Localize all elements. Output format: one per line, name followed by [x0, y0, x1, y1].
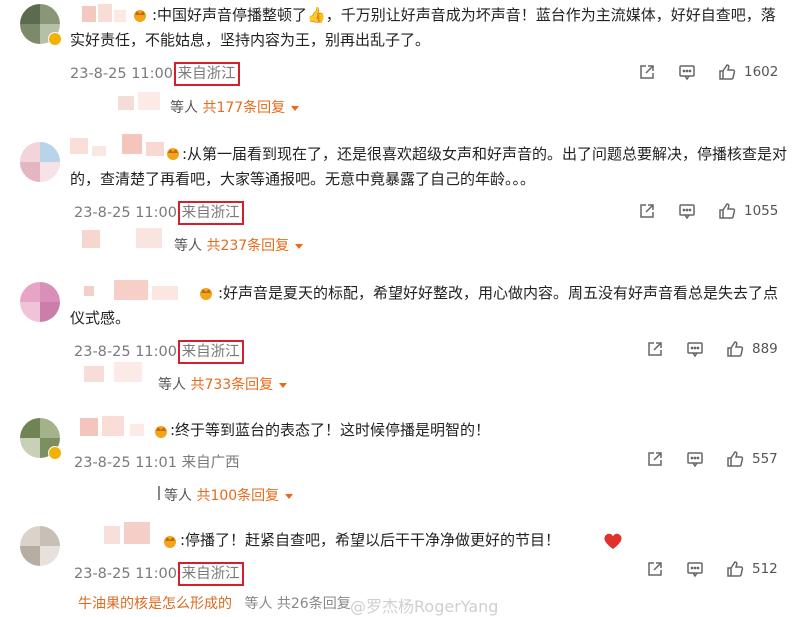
share-icon[interactable]	[646, 340, 664, 358]
like-icon[interactable]	[726, 340, 744, 358]
comment-item: :终于等到蓝台的表态了！这时候停播是明智的！ 23-8-25 11:01 来自广…	[0, 412, 800, 512]
comment-text: :终于等到蓝台的表态了！这时候停播是明智的！	[170, 421, 491, 439]
reply-summary[interactable]: 等人 共237条回复	[174, 235, 304, 255]
comment-meta: 23-8-25 11:01 来自广西	[74, 451, 240, 472]
comment-item: :中国好声音停播整顿了👍，千万别让好声音成为坏声音！蓝台作为主流媒体，好好自查吧…	[0, 0, 800, 120]
reply-count-link[interactable]: 共177条回复	[202, 100, 285, 116]
reply-who: 等人	[164, 488, 192, 504]
share-icon[interactable]	[646, 450, 664, 468]
comment-date: 23-8-25 11:00	[74, 566, 177, 582]
reply-who: 等人	[158, 377, 186, 393]
like-count: 557	[752, 451, 778, 467]
share-icon[interactable]	[638, 202, 656, 220]
verified-badge-icon	[48, 446, 62, 460]
avatar[interactable]	[20, 526, 60, 566]
share-icon[interactable]	[638, 63, 656, 81]
comment-date: 23-8-25 11:00	[74, 344, 177, 360]
reply-summary[interactable]: 等人 共100条回复	[164, 485, 294, 505]
location-label: 来自浙江	[177, 562, 244, 586]
heart-emoji	[604, 533, 622, 549]
comment-meta: 23-8-25 11:00 来自浙江	[74, 562, 244, 586]
chevron-down-icon	[285, 493, 294, 499]
comment-icon[interactable]	[686, 450, 704, 468]
location-label: 来自广西	[181, 455, 240, 471]
comment-icon[interactable]	[686, 340, 704, 358]
like-icon[interactable]	[726, 450, 744, 468]
reply-preview[interactable]: 牛油果的核是怎么形成的 等人 共26条回复	[78, 593, 351, 613]
reply-preview-tail: 等人 共26条回复	[244, 596, 351, 612]
like-icon[interactable]	[718, 202, 736, 220]
reply-preview-text: 牛油果的核是怎么形成的	[78, 596, 232, 612]
chevron-down-icon	[295, 243, 304, 249]
comment-text: :中国好声音停播整顿了👍，千万别让好声音成为坏声音！蓝台作为主流媒体，好好自查吧…	[70, 6, 776, 49]
reply-count-link[interactable]: 共733条回复	[190, 377, 273, 393]
avatar[interactable]	[20, 142, 60, 182]
comment-text: :好声音是夏天的标配，希望好好整改，用心做内容。周五没有好声音看总是失去了点仪式…	[70, 284, 779, 327]
comment-date: 23-8-25 11:00	[74, 205, 177, 221]
reply-who: 等人	[170, 100, 198, 116]
like-icon[interactable]	[726, 560, 744, 578]
location-label: 来自浙江	[177, 201, 244, 225]
location-label: 来自浙江	[177, 340, 244, 364]
comment-icon[interactable]	[678, 63, 696, 81]
location-label: 来自浙江	[173, 62, 240, 86]
share-icon[interactable]	[646, 560, 664, 578]
comment-item: :好声音是夏天的标配，希望好好整改，用心做内容。周五没有好声音看总是失去了点仪式…	[0, 272, 800, 402]
like-count: 512	[752, 561, 778, 577]
comment-text: :从第一届看到现在了，还是很喜欢超级女声和好声音的。出了问题总要解决，停播核查是…	[70, 145, 788, 188]
reply-who: 等人	[174, 238, 202, 254]
comment-item: :从第一届看到现在了，还是很喜欢超级女声和好声音的。出了问题总要解决，停播核查是…	[0, 128, 800, 258]
like-count: 889	[752, 341, 778, 357]
replier-mosaic	[84, 362, 154, 384]
reply-summary[interactable]: 等人 共177条回复	[170, 97, 300, 117]
comment-meta: 23-8-25 11:00 来自浙江	[74, 201, 244, 225]
like-icon[interactable]	[718, 63, 736, 81]
comment-date: 23-8-25 11:01	[74, 455, 177, 471]
reply-count-link[interactable]: 共237条回复	[206, 238, 289, 254]
comment-icon[interactable]	[686, 560, 704, 578]
reply-summary[interactable]: 等人 共733条回复	[158, 374, 288, 394]
like-count: 1602	[744, 64, 779, 80]
like-count: 1055	[744, 203, 779, 219]
replier-mosaic	[82, 228, 172, 250]
comment-meta: 23-8-25 11:00 来自浙江	[74, 340, 244, 364]
replier-mosaic	[118, 92, 168, 112]
reply-divider	[158, 486, 160, 500]
comment-meta: 23-8-25 11:00 来自浙江	[70, 62, 240, 86]
comment-icon[interactable]	[678, 202, 696, 220]
avatar[interactable]	[20, 282, 60, 322]
reply-count-link[interactable]: 共100条回复	[196, 488, 279, 504]
verified-badge-icon	[48, 32, 62, 46]
chevron-down-icon	[291, 105, 300, 111]
chevron-down-icon	[279, 382, 288, 388]
comment-date: 23-8-25 11:00	[70, 66, 173, 82]
watermark: @罗杰杨RogerYang	[350, 597, 499, 616]
comment-text: :停播了！赶紧自查吧，希望以后干干净净做更好的节目！	[180, 531, 561, 549]
